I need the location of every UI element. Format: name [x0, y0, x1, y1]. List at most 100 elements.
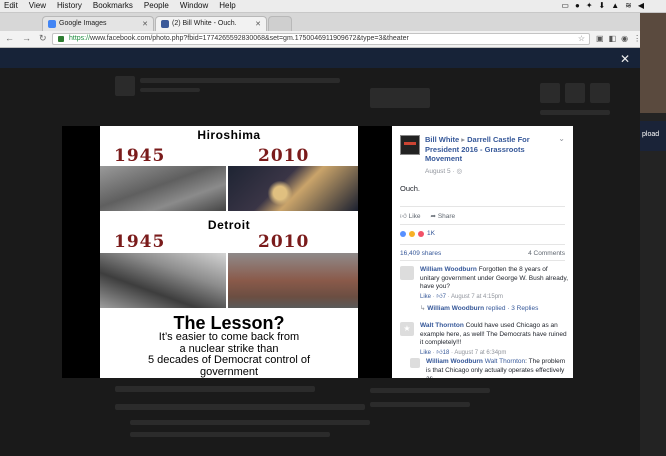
- menu-people[interactable]: People: [144, 1, 169, 10]
- comment-reply-item: William Woodburn Walt Thornton: The prob…: [400, 358, 568, 378]
- post-date-text: August 5 ·: [425, 168, 457, 175]
- ghost-line: [115, 386, 315, 392]
- tray-download-icon[interactable]: ⬇: [599, 1, 606, 10]
- commenter-avatar[interactable]: [410, 358, 420, 368]
- meme-body-line: 5 decades of Democrat control of: [147, 354, 311, 366]
- haha-reaction-icon: [409, 230, 415, 237]
- share-label: Share: [437, 213, 456, 220]
- back-icon[interactable]: ←: [5, 33, 14, 44]
- detroit-1945-image: [100, 253, 226, 308]
- comment-reaction-count: 18: [442, 349, 450, 356]
- commenter-name-link[interactable]: William Woodburn: [420, 266, 477, 273]
- post-date[interactable]: August 5 · ◎: [425, 167, 462, 175]
- tray-circle-icon[interactable]: ●: [575, 1, 580, 10]
- hiroshima-2010-image: [228, 166, 358, 211]
- url-text: www.facebook.com/photo.php?fbid=17742655…: [90, 35, 409, 42]
- tray-volume-icon[interactable]: ◀: [638, 1, 644, 10]
- ghost-line: [130, 432, 330, 437]
- replier-name: William Woodburn: [427, 305, 485, 312]
- tab-title: Google Images: [59, 20, 107, 27]
- comment-time[interactable]: August 7 at 4:15pm: [451, 294, 503, 300]
- mention-link[interactable]: Walt Thornton: [485, 358, 525, 365]
- close-theater-icon[interactable]: ✕: [620, 52, 630, 66]
- tab-facebook[interactable]: (2) Bill White - Ouch. ✕: [155, 16, 267, 31]
- bookmark-star-icon[interactable]: ☆: [578, 34, 585, 43]
- forward-icon[interactable]: →: [22, 33, 31, 44]
- city-detroit-label: Detroit: [207, 218, 251, 232]
- menu-history[interactable]: History: [57, 1, 82, 10]
- extension-icon[interactable]: ▣: [596, 34, 604, 43]
- group-arrow-icon: ▸: [461, 135, 466, 144]
- commenter-name-link[interactable]: Walt Thornton: [420, 322, 464, 329]
- ghost-avatar: [115, 76, 135, 96]
- tray-square-icon[interactable]: ▭: [561, 1, 569, 10]
- ghost-line: [370, 402, 470, 407]
- comment-time[interactable]: August 7 at 6:34pm: [454, 350, 506, 356]
- tab-google-images[interactable]: Google Images ✕: [42, 16, 154, 31]
- tab-strip: Google Images ✕ (2) Bill White - Ouch. ✕: [0, 13, 666, 31]
- commenter-avatar[interactable]: [400, 266, 414, 280]
- post-author-line: Bill White ▸ Darrell Castle For Presiden…: [425, 135, 560, 164]
- post-actions: 👍︎ Like ➦ Share: [400, 212, 455, 220]
- extension-icon[interactable]: ◉: [621, 34, 628, 43]
- post-sidebar: Bill White ▸ Darrell Castle For Presiden…: [392, 126, 573, 378]
- post-options-chevron-icon[interactable]: ⌄: [558, 134, 565, 143]
- ghost-icon: [590, 83, 610, 103]
- reload-icon[interactable]: ↻: [39, 33, 47, 44]
- menu-tray: ▭ ● ✦ ⬇ ▲ ≋ ◀: [561, 1, 644, 10]
- menu-window[interactable]: Window: [180, 1, 208, 10]
- author-avatar[interactable]: [400, 135, 420, 155]
- new-tab-button[interactable]: [268, 16, 292, 31]
- shares-count-link[interactable]: 16,409 shares: [400, 250, 441, 257]
- tray-airplay-icon[interactable]: ▲: [611, 1, 619, 10]
- year-2010-label: 2010: [258, 232, 310, 252]
- address-bar[interactable]: https://www.facebook.com/photo.php?fbid=…: [52, 33, 590, 45]
- meme-body: It’s easier to come back from a nuclear …: [100, 331, 358, 378]
- menu-edit[interactable]: Edit: [4, 1, 18, 10]
- comment-item: William Woodburn Forgotten the 8 years o…: [400, 266, 568, 306]
- divider: [400, 244, 565, 245]
- comment-body: William Woodburn Forgotten the 8 years o…: [420, 266, 568, 301]
- close-tab-icon[interactable]: ✕: [142, 20, 148, 28]
- menu-help[interactable]: Help: [219, 1, 235, 10]
- tray-dropbox-icon[interactable]: ✦: [586, 1, 593, 10]
- ghost-line: [140, 88, 200, 92]
- comment-body: William Woodburn Walt Thornton: The prob…: [426, 358, 566, 378]
- menu-bookmarks[interactable]: Bookmarks: [93, 1, 133, 10]
- tray-wifi-icon[interactable]: ≋: [625, 1, 632, 10]
- year-1945-label: 1945: [114, 146, 166, 166]
- nav-buttons: ← → ↻: [5, 33, 47, 44]
- comment-meta: Like · 👍︎18 · August 7 at 6:34pm: [420, 349, 507, 356]
- like-label: Like: [408, 213, 421, 220]
- ghost-line: [130, 420, 370, 425]
- facebook-header-dimmed: [0, 48, 640, 68]
- extension-icons: ▣ ◧ ◉ ⋮: [596, 34, 641, 43]
- commenter-avatar-flag[interactable]: [400, 322, 414, 336]
- post-stats: 16,409 shares 4 Comments: [400, 250, 565, 257]
- replies-count: 3 Replies: [511, 305, 539, 312]
- commenter-name-link[interactable]: William Woodburn: [426, 358, 483, 365]
- comment-like-link[interactable]: Like: [420, 350, 431, 356]
- reply-arrow-icon: ↳: [420, 305, 426, 312]
- like-button[interactable]: 👍︎ Like: [400, 212, 421, 220]
- thumbs-up-icon: 👍︎: [400, 213, 407, 220]
- like-reaction-icon: [400, 230, 406, 237]
- ghost-block: [370, 88, 430, 108]
- mac-menu-bar: Edit View History Bookmarks People Windo…: [0, 0, 666, 13]
- replied-word: replied: [485, 305, 506, 312]
- extension-icon[interactable]: ◧: [609, 34, 617, 43]
- meme-photo[interactable]: Hiroshima 1945 2010 Detroit 1945 2010 Th…: [100, 126, 358, 378]
- upload-button[interactable]: pload: [640, 121, 666, 151]
- menu-view[interactable]: View: [29, 1, 46, 10]
- divider: [400, 224, 565, 225]
- google-favicon-icon: [48, 20, 56, 28]
- close-tab-icon[interactable]: ✕: [255, 20, 261, 28]
- replies-link[interactable]: ↳ William Woodburn replied · 3 Replies: [420, 304, 538, 312]
- share-button[interactable]: ➦ Share: [431, 212, 456, 220]
- meme-body-line: government: [199, 365, 259, 378]
- comments-count-link[interactable]: 4 Comments: [528, 250, 565, 257]
- comment-like-link[interactable]: Like: [420, 294, 431, 300]
- ghost-icon: [540, 83, 560, 103]
- reaction-summary[interactable]: 1K: [400, 230, 435, 237]
- author-name-link[interactable]: Bill White: [425, 135, 459, 144]
